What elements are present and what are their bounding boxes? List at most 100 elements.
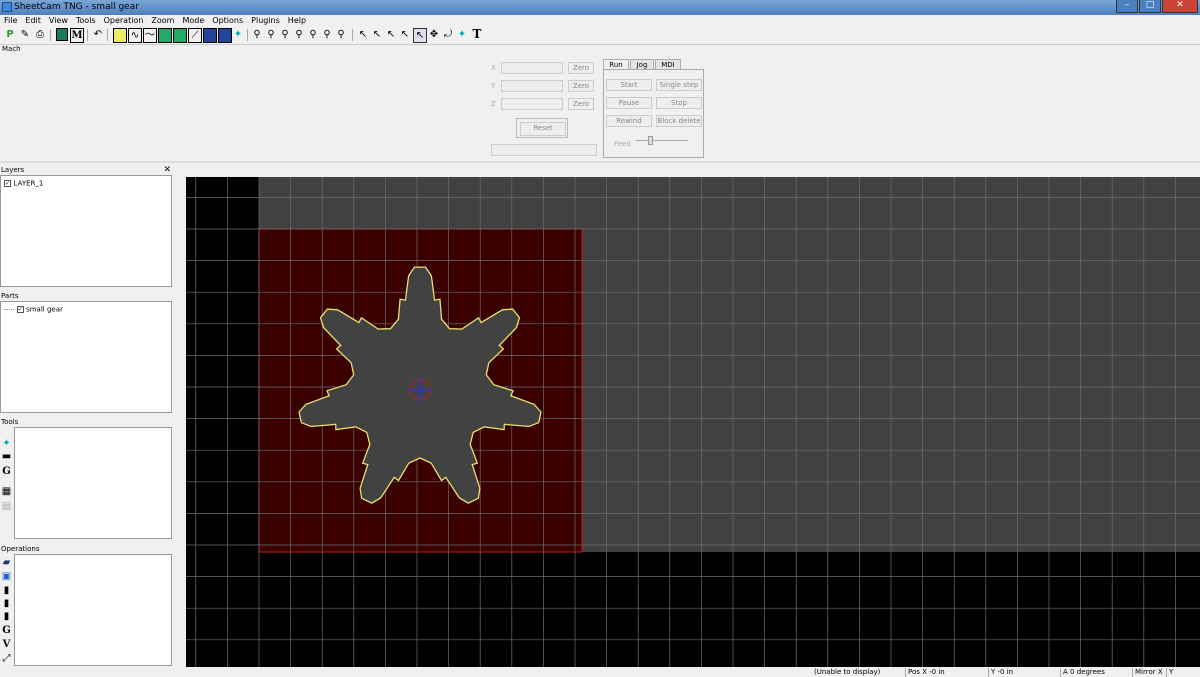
g-code-tool-icon[interactable]: G xyxy=(1,466,12,477)
view-rapids-icon[interactable]: 〜 xyxy=(143,28,157,43)
select-icon[interactable]: ↖ xyxy=(357,28,369,41)
axis-y-label: Y xyxy=(491,82,496,90)
menu-options[interactable]: Options xyxy=(208,15,247,27)
toolbar: P ✎ ⎙ M ↶ ∿ 〜 ⟋ ✦ ⚲ ⚲ ⚲ ⚲ ⚲ ⚲ ⚲ ↖ ↖ ↖ ↖ … xyxy=(0,27,1200,45)
axis-z-field[interactable] xyxy=(501,98,563,110)
reset-frame: Reset xyxy=(516,118,568,138)
block-delete-button[interactable]: Block delete xyxy=(656,115,702,127)
layer-label: LAYER_1 xyxy=(13,179,44,188)
print-icon[interactable]: ⎙ xyxy=(34,28,46,41)
menu-file[interactable]: File xyxy=(0,15,21,27)
rewind-button[interactable]: Rewind xyxy=(606,115,652,127)
minimize-button[interactable]: – xyxy=(1116,0,1138,13)
view-part-icon[interactable] xyxy=(113,28,127,43)
menu-operation[interactable]: Operation xyxy=(100,15,148,27)
view-fill-icon[interactable] xyxy=(203,28,217,43)
zero-y-button[interactable]: Zero xyxy=(568,80,594,92)
view-path-icon[interactable]: ∿ xyxy=(128,28,142,43)
move-operation-icon[interactable]: ⤢ xyxy=(1,653,12,664)
status-pos-y: Y -0 in xyxy=(988,668,1057,677)
layers-title: Layers xyxy=(1,166,25,174)
plasma-cut-icon[interactable]: ✦ xyxy=(456,28,468,41)
layer-checkbox[interactable]: ✓ xyxy=(4,180,11,187)
new-part-icon[interactable]: P xyxy=(4,28,16,41)
start-point-icon[interactable]: ⚲ xyxy=(251,28,263,41)
reset-button[interactable]: Reset xyxy=(520,122,566,136)
close-button[interactable]: ✕ xyxy=(1162,0,1198,13)
zero-x-button[interactable]: Zero xyxy=(568,62,594,74)
status-pos-x: Pos X -0 in xyxy=(905,668,984,677)
maximize-button[interactable]: □ xyxy=(1139,0,1161,13)
select-point-icon[interactable]: ↖ xyxy=(371,28,383,41)
part-checkbox[interactable]: ✓ xyxy=(16,306,24,313)
close-icon[interactable]: ✕ xyxy=(163,165,171,175)
lead-out-icon[interactable]: ⚲ xyxy=(279,28,291,41)
app-icon xyxy=(2,2,12,12)
center-icon[interactable]: ⚲ xyxy=(335,28,347,41)
stop-button[interactable]: Stop xyxy=(656,97,702,109)
overcut-icon[interactable]: ⚲ xyxy=(307,28,319,41)
drill-operation-icon[interactable]: ▮ xyxy=(1,598,12,609)
mach-panel: X Zero Y Zero Z Zero Reset xyxy=(0,55,1200,163)
menu-help[interactable]: Help xyxy=(284,15,310,27)
status-mirror-x: Mirror X xyxy=(1132,668,1163,677)
parts-panel: ✓ small gear xyxy=(0,301,172,413)
view-tool-icon[interactable] xyxy=(173,28,187,43)
plasma-icon[interactable]: ✦ xyxy=(232,28,244,41)
window-title: SheetCam TNG - small gear xyxy=(14,2,139,12)
select-contour-icon[interactable]: ↖ xyxy=(385,28,397,41)
menu-tools[interactable]: Tools xyxy=(72,15,100,27)
select-part-icon[interactable]: ↖ xyxy=(399,28,411,41)
lead-in-icon[interactable]: ⚲ xyxy=(265,28,277,41)
part-item[interactable]: ✓ small gear xyxy=(4,305,63,314)
single-step-button[interactable]: Single step xyxy=(656,79,702,91)
menu-plugins[interactable]: Plugins xyxy=(247,15,284,27)
g-code-operation-icon[interactable]: G xyxy=(1,625,12,636)
process-icon[interactable]: ▮ xyxy=(1,611,12,622)
part-label: small gear xyxy=(26,305,63,314)
status-message: (Unable to display) xyxy=(814,668,881,676)
rotate-icon[interactable]: ⤾ xyxy=(442,28,454,41)
v-operation-icon[interactable]: V xyxy=(1,639,12,650)
layer-item[interactable]: ✓ LAYER_1 xyxy=(4,179,43,188)
zero-z-button[interactable]: Zero xyxy=(568,98,594,110)
direction-icon[interactable]: ⚲ xyxy=(321,28,333,41)
sheet-tool-icon[interactable]: ▤ xyxy=(1,501,12,512)
view-sheet-icon[interactable] xyxy=(218,28,232,43)
axis-y-field[interactable] xyxy=(501,80,563,92)
mach-label: Mach xyxy=(2,45,21,53)
tab-icon[interactable]: ⚲ xyxy=(293,28,305,41)
view-3d-icon[interactable]: ⟋ xyxy=(188,28,202,43)
start-button[interactable]: Start xyxy=(606,79,652,91)
tool-change-icon[interactable]: ▮ xyxy=(1,585,12,596)
drill-tool-icon[interactable]: ▬ xyxy=(1,451,12,462)
view-layer-icon[interactable] xyxy=(158,28,172,43)
layers-panel: ✓ LAYER_1 xyxy=(0,175,172,287)
undo-icon[interactable]: ↶ xyxy=(92,28,104,41)
move-icon[interactable]: ✥ xyxy=(428,28,440,41)
status-mirror-y: Y xyxy=(1166,668,1183,677)
monitor-icon[interactable]: ▰ xyxy=(1,557,12,568)
status-angle: A 0 degrees xyxy=(1060,668,1129,677)
menu-zoom[interactable]: Zoom xyxy=(147,15,178,27)
run-post-icon[interactable] xyxy=(56,28,68,41)
plasma-tool-icon[interactable]: ✦ xyxy=(1,438,12,449)
edit-icon[interactable]: ✎ xyxy=(19,28,31,41)
text-icon[interactable]: T xyxy=(471,28,483,41)
pause-button[interactable]: Pause xyxy=(606,97,652,109)
operations-title: Operations xyxy=(1,545,40,553)
cut-operation-icon[interactable]: ▣ xyxy=(1,571,12,582)
grid-tool-icon[interactable]: ▦ xyxy=(1,486,12,497)
menu-bar: File Edit View Tools Operation Zoom Mode… xyxy=(0,15,1200,27)
mach-icon[interactable]: M xyxy=(70,28,84,43)
drawing-canvas[interactable] xyxy=(186,177,1200,667)
menu-edit[interactable]: Edit xyxy=(21,15,45,27)
axis-x-field[interactable] xyxy=(501,62,563,74)
menu-view[interactable]: View xyxy=(45,15,72,27)
parts-title: Parts xyxy=(1,292,19,300)
tools-header: Tools xyxy=(0,417,172,427)
menu-mode[interactable]: Mode xyxy=(178,15,208,27)
feed-slider[interactable] xyxy=(648,136,653,145)
operations-header: Operations xyxy=(0,544,172,554)
select-window-icon[interactable]: ↖ xyxy=(413,28,427,43)
